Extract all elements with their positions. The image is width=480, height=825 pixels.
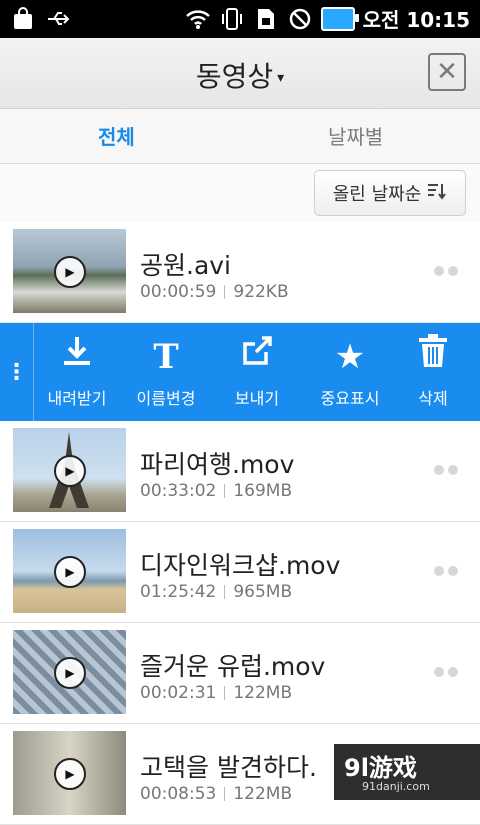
play-icon[interactable]: ▶ [54, 758, 86, 790]
meta-divider [224, 686, 226, 700]
video-title: 즐거운 유럽.mov [140, 652, 326, 681]
more-options-icon[interactable] [434, 566, 458, 576]
video-title: 파리여행.mov [140, 450, 295, 479]
sim-icon [253, 6, 279, 32]
rename-label: 이름변경 [136, 389, 196, 408]
more-options-icon[interactable] [434, 667, 458, 677]
video-thumbnail: ▶ [13, 529, 126, 613]
watermark-url: 91danji.com [362, 780, 430, 793]
video-duration: 00:08:53 [140, 784, 217, 804]
page-title[interactable]: 동영상 ▾ [0, 55, 480, 95]
no-sign-icon [287, 6, 313, 32]
star-icon: ★ [334, 337, 366, 377]
list-item[interactable]: ▶ 즐거운 유럽.mov 00:02:31 122MB [0, 623, 480, 724]
play-icon[interactable]: ▶ [54, 256, 86, 288]
sort-label: 올린 날짜순 [332, 184, 422, 205]
mark-important-label: 중요표시 [320, 389, 380, 408]
meta-divider [224, 484, 226, 498]
video-size: 965MB [233, 582, 293, 602]
play-icon[interactable]: ▶ [54, 657, 86, 689]
status-time: 오전 10:15 [362, 8, 470, 32]
video-size: 922KB [233, 282, 289, 302]
send-button[interactable]: 보내기 [214, 323, 300, 421]
more-options-icon[interactable] [434, 266, 458, 276]
wifi-icon [185, 6, 211, 32]
video-duration: 00:00:59 [140, 282, 217, 302]
mark-important-button[interactable]: ★ 중요표시 [307, 323, 393, 421]
video-thumbnail: ▶ [13, 731, 126, 815]
meta-divider [224, 787, 226, 801]
tab-by-date[interactable]: 날짜별 [328, 121, 383, 150]
close-button[interactable]: ✕ [428, 53, 466, 91]
video-meta: 01:25:42 965MB [140, 582, 292, 602]
play-icon[interactable]: ▶ [54, 556, 86, 588]
video-size: 122MB [233, 784, 293, 804]
share-icon [214, 329, 300, 385]
close-icon: ✕ [436, 57, 458, 87]
video-thumbnail: ▶ [13, 428, 126, 512]
download-button[interactable]: 내려받기 [34, 323, 120, 421]
video-title: 공원.avi [140, 251, 232, 280]
vibrate-icon [219, 6, 245, 32]
video-duration: 00:02:31 [140, 683, 217, 703]
more-options-icon[interactable] [434, 465, 458, 475]
video-meta: 00:00:59 922KB [140, 282, 289, 302]
sort-bar: 올린 날짜순 [0, 164, 480, 223]
rename-icon: T [153, 337, 179, 377]
delete-label: 삭제 [418, 389, 448, 408]
usb-icon [46, 6, 72, 32]
watermark: 9l游戏 91danji.com [334, 744, 480, 800]
tab-all[interactable]: 전체 [98, 121, 135, 150]
video-thumbnail: ▶ [13, 630, 126, 714]
meta-divider [224, 285, 226, 299]
send-label: 보내기 [234, 389, 280, 408]
tab-bar: 전체 날짜별 [0, 109, 480, 164]
rename-button[interactable]: T 이름변경 [123, 323, 209, 421]
list-item[interactable]: ▶ 파리여행.mov 00:33:02 169MB [0, 421, 480, 522]
trash-icon [390, 329, 476, 385]
chevron-down-icon: ▾ [277, 70, 285, 86]
drag-handle-icon[interactable]: ⋮ [0, 323, 34, 421]
play-icon[interactable]: ▶ [54, 455, 86, 487]
status-bar: 오전 10:15 [0, 0, 480, 38]
battery-icon [320, 6, 359, 31]
list-item[interactable]: ▶ 디자인워크샵.mov 01:25:42 965MB [0, 522, 480, 623]
list-item[interactable]: ▶ 공원.avi 00:00:59 922KB [0, 222, 480, 323]
sort-icon [427, 182, 447, 205]
meta-divider [224, 585, 226, 599]
video-thumbnail: ▶ [13, 229, 126, 313]
delete-button[interactable]: 삭제 [390, 323, 476, 421]
download-icon [34, 329, 120, 385]
action-bar: ⋮ 내려받기 T 이름변경 보내기 ★ 중요표시 삭제 [0, 323, 480, 421]
page-title-text: 동영상 [195, 60, 274, 93]
video-duration: 01:25:42 [140, 582, 217, 602]
watermark-brand: 9l游戏 [344, 754, 417, 782]
video-meta: 00:08:53 122MB [140, 784, 292, 804]
video-meta: 00:33:02 169MB [140, 481, 292, 501]
video-title: 디자인워크샵.mov [140, 551, 341, 580]
video-size: 122MB [233, 683, 293, 703]
video-duration: 00:33:02 [140, 481, 217, 501]
sort-button[interactable]: 올린 날짜순 [314, 170, 466, 216]
title-bar: 동영상 ▾ ✕ [0, 38, 480, 109]
video-size: 169MB [233, 481, 293, 501]
download-label: 내려받기 [47, 389, 107, 408]
video-meta: 00:02:31 122MB [140, 683, 292, 703]
bag-icon [10, 6, 36, 32]
video-title: 고택을 발견하다. [140, 753, 317, 782]
video-list: ▶ 공원.avi 00:00:59 922KB ⋮ 내려받기 T 이름변경 보내기… [0, 222, 480, 825]
